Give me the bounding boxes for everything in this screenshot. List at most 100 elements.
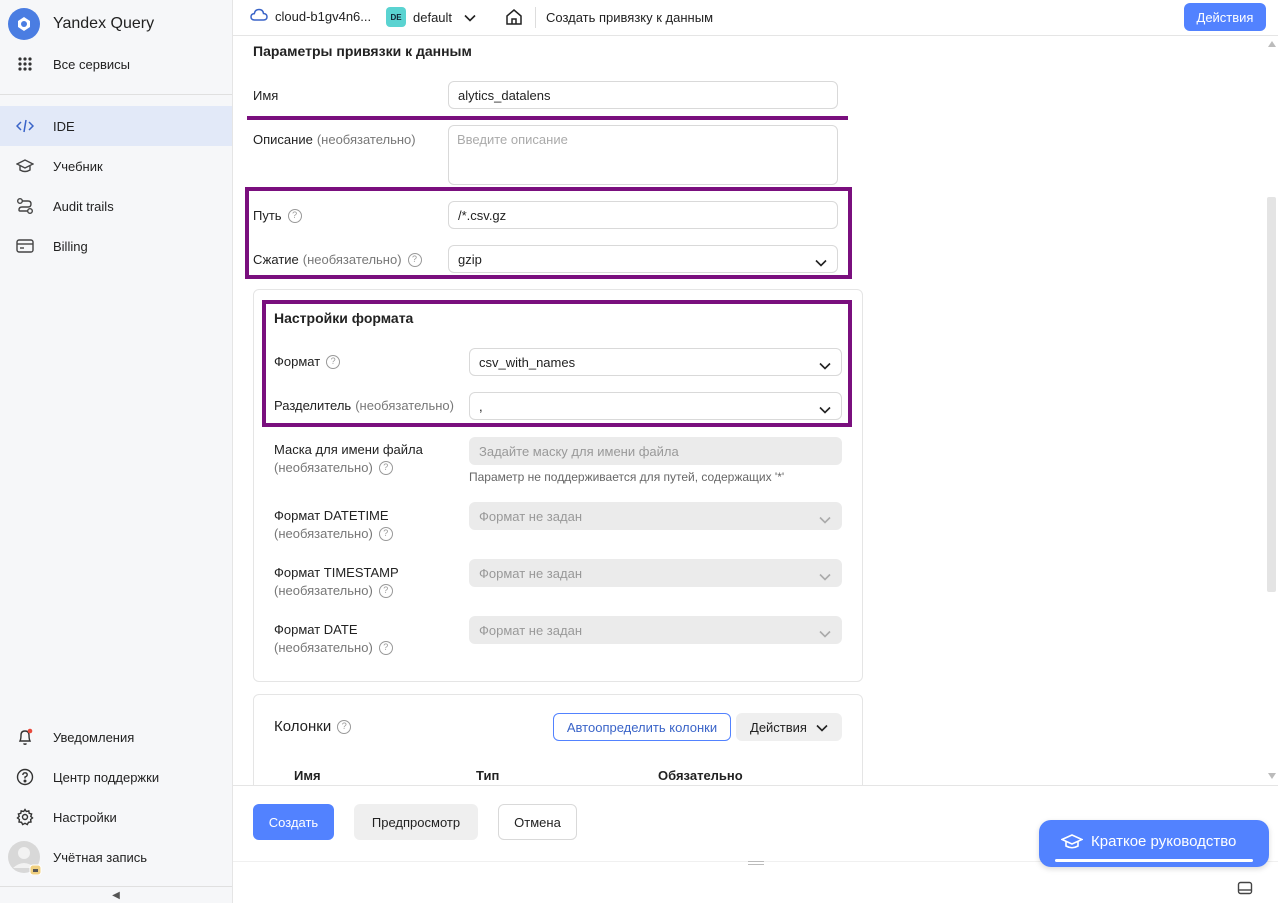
columns-title: Колонки ? [274,718,352,735]
button-label: Действия [750,719,807,735]
help-icon[interactable]: ? [287,208,302,223]
help-icon[interactable]: ? [378,526,393,541]
sidebar-item-label: IDE [53,118,75,134]
sidebar-item-audit-trails[interactable]: Audit trails [0,186,232,226]
sidebar-item-tutorial[interactable]: Учебник [0,146,232,186]
label-text: Колонки [274,718,332,735]
panel-toggle-icon[interactable] [1237,881,1253,898]
column-header-type: Тип [476,768,500,783]
chevron-left-icon: ◀ [112,889,120,901]
help-icon[interactable]: ? [378,640,393,655]
sidebar-item-all-services[interactable]: Все сервисы [0,44,232,84]
file-mask-label: Маска для имени файла [274,442,423,457]
create-button[interactable]: Создать [253,804,334,840]
description-textarea[interactable]: Введите описание [448,125,838,185]
route-icon [16,197,34,215]
optional-text: (необязательно) [274,526,373,541]
timestamp-label: Формат TIMESTAMP [274,565,399,580]
auto-detect-columns-button[interactable]: Автоопределить колонки [553,713,731,741]
compression-label: Сжатие (необязательно) ? [253,252,422,267]
question-circle-icon [16,768,34,786]
app-root: Yandex Query Все сервисы IDE Учебник Aud… [0,0,1278,903]
placeholder-text: Задайте маску для имени файла [479,443,679,459]
sidebar-collapse-button[interactable]: ◀ [0,886,232,903]
format-settings-title: Настройки формата [274,310,414,326]
yandex-query-logo-icon [8,8,40,40]
form-footer: Создать Предпросмотр Отмена Краткое руко… [233,785,1278,903]
chevron-down-icon [816,720,828,735]
cancel-button[interactable]: Отмена [498,804,577,840]
sidebar-item-billing[interactable]: Billing [0,226,232,266]
help-icon[interactable]: ? [407,252,422,267]
chevron-down-icon [819,358,831,373]
cloud-selector[interactable]: cloud-b1gv4n6... [250,8,371,25]
scroll-down-icon[interactable] [1268,773,1276,779]
placeholder-text: Введите описание [457,132,568,147]
scroll-up-icon[interactable] [1268,41,1276,47]
resize-handle[interactable] [748,861,764,865]
quick-guide-button[interactable]: Краткое руководство [1039,820,1269,867]
breadcrumb: Создать привязку к данным [546,10,714,25]
optional-text: (необязательно) [355,398,454,413]
help-icon[interactable]: ? [378,583,393,598]
sidebar-item-label: Audit trails [53,198,114,214]
actions-button[interactable]: Действия [1184,3,1266,31]
help-icon[interactable]: ? [326,354,341,369]
help-icon[interactable]: ? [378,460,393,475]
sidebar-divider [0,94,232,95]
brand-title: Yandex Query [53,15,155,32]
scroll-thumb[interactable] [1267,197,1276,592]
datetime-format-select[interactable]: Формат не задан [469,502,842,530]
compression-select[interactable]: gzip [448,245,838,273]
sidebar-item-settings[interactable]: Настройки [0,797,232,837]
format-select[interactable]: csv_with_names [469,348,842,376]
date-optional: (необязательно) ? [274,640,393,655]
timestamp-optional: (необязательно) ? [274,583,393,598]
select-value: Формат не задан [479,508,582,524]
preview-button[interactable]: Предпросмотр [354,804,478,840]
sidebar-item-label: Все сервисы [53,56,130,72]
bell-icon [16,728,34,746]
avatar [8,841,42,875]
optional-text: (необязательно) [274,583,373,598]
format-label: Формат ? [274,354,341,369]
timestamp-format-select[interactable]: Формат не задан [469,559,842,587]
graduation-cap-icon [1060,833,1084,855]
folder-selector[interactable]: DE default [386,7,476,27]
highlight-underline [247,116,848,120]
sidebar-item-account[interactable]: Учётная запись [0,837,232,877]
label-text: Формат TIMESTAMP [274,565,399,580]
header-separator [535,7,536,28]
sidebar-item-ide[interactable]: IDE [0,106,232,146]
binding-form: Параметры привязки к данным Имя alytics_… [233,37,1265,785]
date-format-select[interactable]: Формат не задан [469,616,842,644]
sidebar-item-label: Центр поддержки [53,769,160,785]
quick-guide-label: Краткое руководство [1091,833,1237,850]
main-scrollbar[interactable] [1265,37,1278,785]
input-value: /*.csv.gz [458,207,507,223]
file-mask-optional: (необязательно) ? [274,460,393,475]
label-text: Сжатие [253,252,299,267]
graduation-cap-icon [16,157,34,175]
path-input[interactable]: /*.csv.gz [448,201,838,229]
home-icon[interactable] [505,8,523,29]
progress-underline [1055,859,1253,862]
cloud-name: cloud-b1gv4n6... [275,9,372,24]
sidebar-item-label: Учебник [53,158,103,174]
sidebar-item-notifications[interactable]: Уведомления [0,717,232,757]
optional-text: (необязательно) [302,252,402,267]
help-icon[interactable]: ? [337,719,352,734]
chevron-down-icon [815,255,827,270]
sidebar-item-support[interactable]: Центр поддержки [0,757,232,797]
grid-icon [16,55,34,73]
chevron-down-icon [464,10,476,25]
chevron-down-icon [819,569,831,584]
select-value: gzip [458,251,482,267]
columns-actions-button[interactable]: Действия [736,713,842,741]
brand[interactable]: Yandex Query [8,8,154,40]
name-input[interactable]: alytics_datalens [448,81,838,109]
datetime-optional: (необязательно) ? [274,526,393,541]
delimiter-select[interactable]: , [469,392,842,420]
select-value: csv_with_names [479,354,576,370]
file-mask-input[interactable]: Задайте маску для имени файла [469,437,842,465]
